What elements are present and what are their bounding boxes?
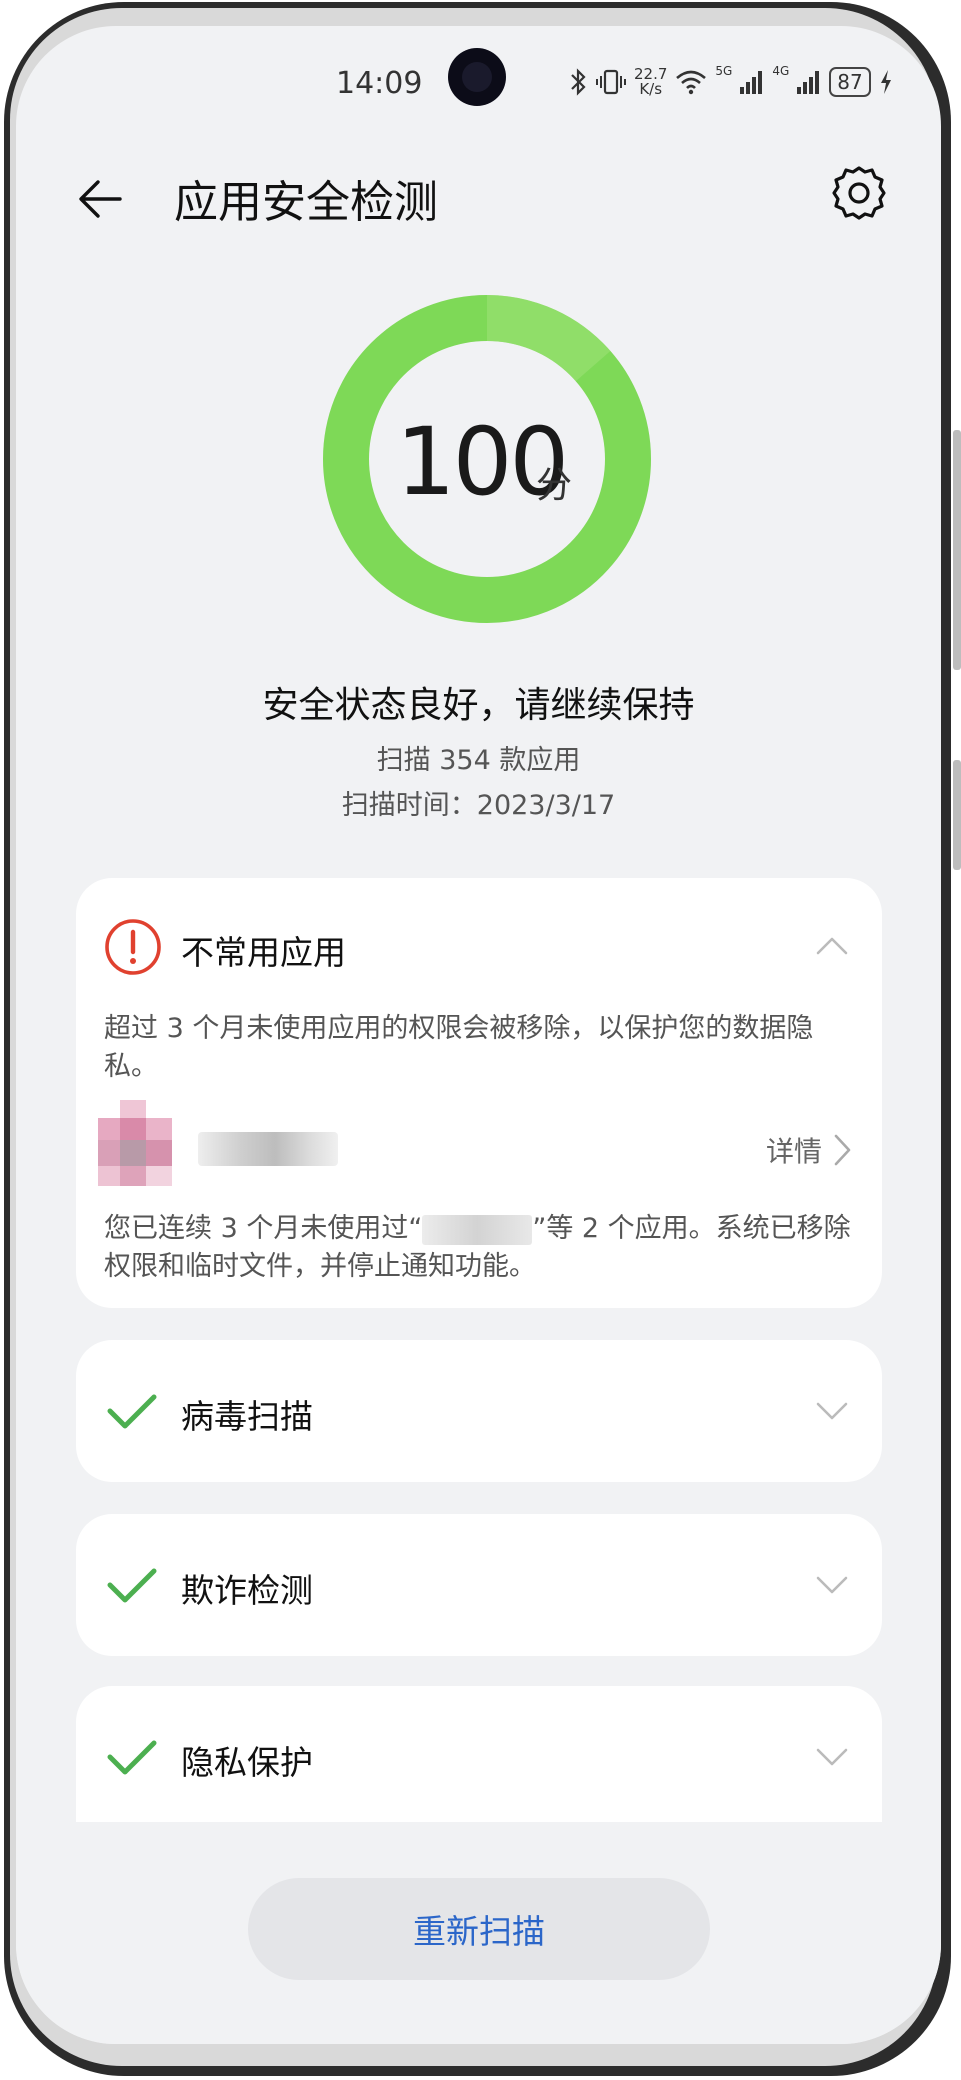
battery-indicator: 87: [829, 67, 871, 97]
app-icon-pixelated: [98, 1100, 172, 1186]
screen: 14:09 22.7 K/s 5G 4G 87 应用安全检测 100 分 安全状…: [16, 26, 941, 2044]
security-status-message: 安全状态良好，请继续保持: [262, 685, 695, 726]
status-time: 14:09: [336, 66, 423, 101]
settings-button[interactable]: [828, 162, 890, 224]
unused-apps-card: 不常用应用 超过 3 个月未使用应用的权限会被移除，以保护您的数据隐私。 详情 …: [76, 878, 882, 1308]
details-link[interactable]: 详情: [766, 1130, 854, 1170]
volume-button: [953, 430, 961, 670]
power-button: [953, 760, 961, 870]
back-arrow-icon: [79, 180, 122, 218]
unused-apps-notice: 您已连续 3 个月未使用过“ ”等 2 个应用。系统已移除权限和临时文件，并停止通…: [104, 1210, 854, 1286]
scan-count: 扫描 354 款应用: [376, 745, 581, 776]
rescan-button[interactable]: 重新扫描: [248, 1878, 710, 1980]
fraud-detection-title: 欺诈检测: [181, 1571, 313, 1610]
status-icons: 22.7 K/s 5G 4G 87: [568, 62, 893, 102]
phone-frame: 14:09 22.7 K/s 5G 4G 87 应用安全检测 100 分 安全状…: [0, 0, 961, 2080]
signal-icon-2: [797, 71, 820, 94]
check-icon: [107, 1568, 157, 1603]
fraud-detection-card[interactable]: 欺诈检测: [76, 1514, 882, 1656]
unused-apps-description: 超过 3 个月未使用应用的权限会被移除，以保护您的数据隐私。: [104, 1013, 814, 1082]
sim2-label: 4G: [772, 64, 790, 78]
check-icon: [107, 1740, 157, 1775]
back-button[interactable]: [72, 168, 134, 230]
virus-scan-card[interactable]: 病毒扫描: [76, 1340, 882, 1482]
chevron-down-icon: [816, 1748, 848, 1766]
unused-apps-title: 不常用应用: [181, 933, 346, 972]
scan-time: 扫描时间：2023/3/17: [341, 790, 616, 821]
details-label: 详情: [765, 1135, 822, 1168]
gear-icon: [832, 166, 886, 220]
page-title: 应用安全检测: [174, 177, 438, 228]
security-score: 100: [395, 408, 569, 517]
net-speed: 22.7 K/s: [634, 67, 667, 97]
score-unit: 分: [536, 465, 573, 506]
unused-apps-header[interactable]: 不常用应用: [76, 878, 882, 988]
app-name-redacted: [198, 1132, 338, 1166]
front-camera: [448, 48, 506, 106]
vibrate-icon: [596, 69, 626, 95]
chevron-down-icon: [816, 1576, 848, 1594]
check-icon: [107, 1394, 157, 1429]
sim1-label: 5G: [715, 64, 733, 78]
privacy-protection-title: 隐私保护: [181, 1743, 313, 1782]
chevron-right-icon: [834, 1134, 851, 1166]
warning-icon: [105, 919, 161, 975]
signal-icon: [740, 71, 763, 94]
app-name-redacted-inline: [422, 1214, 533, 1245]
wifi-icon: [676, 70, 707, 95]
notice-prefix: 您已连续 3 个月未使用过“: [104, 1213, 423, 1244]
charging-icon: [880, 70, 891, 94]
virus-scan-title: 病毒扫描: [181, 1397, 313, 1436]
chevron-down-icon: [816, 1402, 848, 1420]
net-speed-unit: K/s: [639, 80, 663, 98]
chevron-up-icon: [816, 937, 848, 955]
bluetooth-icon: [571, 68, 586, 96]
